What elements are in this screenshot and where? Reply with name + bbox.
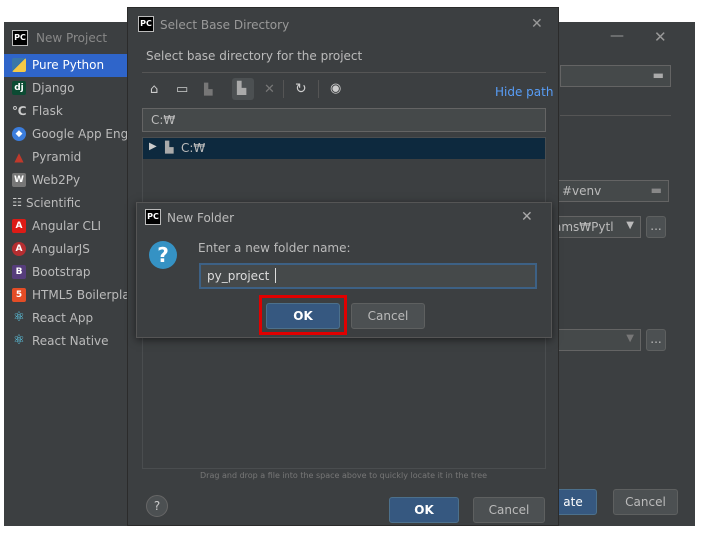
folder-name-value: py_project	[207, 269, 270, 283]
dialog-description: Select base directory for the project	[146, 49, 363, 63]
minimize-icon[interactable]: —	[610, 28, 624, 44]
close-icon[interactable]: ✕	[654, 28, 667, 46]
sidebar-item-label: HTML5 Boilerplat	[32, 288, 135, 302]
folder-icon[interactable]: ▬	[653, 68, 664, 82]
sidebar-item-label: Scientific	[26, 196, 81, 210]
browse-existing-button[interactable]: ...	[646, 329, 666, 351]
close-icon[interactable]: ✕	[531, 16, 543, 32]
new-folder-cancel-button[interactable]: Cancel	[351, 303, 425, 329]
sidebar-item-google-app-engine[interactable]: ◆ Google App Engi	[4, 123, 138, 146]
delete-icon: ✕	[264, 82, 275, 97]
divider	[560, 115, 671, 116]
home-icon[interactable]: ⌂	[150, 82, 158, 97]
django-icon: dj	[12, 81, 26, 95]
select-dir-ok-button[interactable]: OK	[389, 497, 459, 523]
path-value: C:₩	[151, 113, 176, 127]
divider	[142, 72, 546, 73]
hide-path-link[interactable]: Hide path	[495, 85, 553, 99]
sidebar-item-label: Django	[32, 81, 75, 95]
sidebar-item-label: Google App Engi	[32, 127, 132, 141]
base-interpreter-value: ams₩Pytl	[554, 220, 614, 234]
python-icon	[12, 58, 26, 72]
sidebar-item-label: Flask	[32, 104, 63, 118]
existing-interpreter-select[interactable]: ▼	[549, 329, 641, 351]
sidebar-item-pure-python[interactable]: Pure Python	[4, 54, 138, 77]
angular-icon: A	[12, 219, 26, 233]
tree-root-label: C:₩	[181, 141, 206, 155]
sidebar-item-html5-boilerplate[interactable]: 5 HTML5 Boilerplat	[4, 284, 138, 307]
tree-row-root[interactable]: ▶ ▙ C:₩	[143, 138, 545, 159]
base-interpreter-select[interactable]: ams₩Pytl ▼	[549, 216, 641, 238]
new-project-title: New Project	[36, 31, 108, 45]
text-cursor	[275, 268, 276, 283]
question-icon: ?	[149, 241, 177, 269]
new-folder-dialog: PC New Folder ✕ ? Enter a new folder nam…	[136, 202, 552, 338]
venv-location-value: #venv	[562, 184, 602, 198]
close-icon[interactable]: ✕	[521, 209, 533, 225]
select-dir-cancel-button[interactable]: Cancel	[473, 497, 545, 523]
sidebar-item-flask[interactable]: ℃ Flask	[4, 100, 138, 123]
sidebar-item-angularjs[interactable]: A AngularJS	[4, 238, 138, 261]
folder-icon[interactable]: ▬	[651, 183, 662, 197]
show-hidden-icon[interactable]: ◉	[330, 81, 341, 96]
new-folder-button[interactable]: ▙	[232, 78, 254, 100]
drag-hint: Drag and drop a file into the space abov…	[200, 471, 488, 480]
sidebar-list: Pure Python dj Django ℃ Flask ◆ Google A…	[4, 54, 138, 354]
html5-icon: 5	[12, 288, 26, 302]
pycharm-logo-icon: PC	[138, 16, 154, 32]
new-project-cancel-button[interactable]: Cancel	[613, 489, 678, 515]
venv-location-field[interactable]: #venv ▬	[549, 180, 669, 202]
sidebar-item-django[interactable]: dj Django	[4, 77, 138, 100]
refresh-icon[interactable]: ↻	[295, 81, 307, 97]
desktop-icon[interactable]: ▭	[176, 82, 188, 97]
sidebar-item-bootstrap[interactable]: B Bootstrap	[4, 261, 138, 284]
chevron-right-icon[interactable]: ▶	[149, 141, 157, 152]
sidebar-item-web2py[interactable]: W Web2Py	[4, 169, 138, 192]
pycharm-logo-icon: PC	[12, 30, 28, 46]
sidebar-item-label: React App	[32, 311, 94, 325]
toolbar-divider	[283, 80, 284, 98]
new-folder-ok-button[interactable]: OK	[266, 303, 340, 329]
pyramid-icon: ▲	[14, 150, 24, 164]
folder-name-input[interactable]: py_project	[199, 263, 537, 289]
sidebar-item-pyramid[interactable]: ▲ Pyramid	[4, 146, 138, 169]
drive-folder-icon: ▙	[165, 141, 174, 154]
flask-icon: ℃	[12, 104, 27, 118]
sidebar-item-react-native[interactable]: ⚛ React Native	[4, 330, 138, 353]
sidebar-item-label: Bootstrap	[32, 265, 91, 279]
sidebar-item-label: AngularJS	[32, 242, 90, 256]
dialog-title: Select Base Directory	[160, 18, 290, 32]
google-app-engine-icon: ◆	[12, 127, 26, 141]
sidebar-item-label: Web2Py	[32, 173, 81, 187]
location-field[interactable]: ▬	[560, 65, 671, 87]
chevron-down-icon: ▼	[626, 333, 634, 344]
help-button[interactable]: ?	[146, 495, 168, 517]
sidebar-item-react-app[interactable]: ⚛ React App	[4, 307, 138, 330]
toolbar-divider	[318, 80, 319, 98]
sidebar-item-label: Pyramid	[32, 150, 82, 164]
browse-interpreter-button[interactable]: ...	[646, 216, 666, 238]
new-folder-icon: ▙	[237, 81, 247, 95]
sidebar-item-angular-cli[interactable]: A Angular CLI	[4, 215, 138, 238]
project-folder-icon: ▙	[204, 83, 213, 96]
web2py-icon: W	[12, 173, 26, 187]
dialog-title: New Folder	[167, 211, 235, 225]
sidebar-item-label: Pure Python	[32, 58, 105, 72]
react-icon: ⚛	[13, 333, 25, 348]
chevron-down-icon: ▼	[626, 220, 634, 231]
scientific-icon: ☷	[12, 196, 22, 209]
react-icon: ⚛	[13, 310, 25, 325]
pycharm-logo-icon: PC	[145, 209, 161, 225]
sidebar-item-scientific[interactable]: ☷ Scientific	[4, 192, 138, 215]
angularjs-icon: A	[12, 242, 26, 256]
new-folder-prompt: Enter a new folder name:	[198, 241, 351, 255]
path-input[interactable]: C:₩	[142, 108, 546, 132]
sidebar-item-label: React Native	[32, 334, 109, 348]
sidebar-item-label: Angular CLI	[32, 219, 102, 233]
bootstrap-icon: B	[12, 265, 26, 279]
